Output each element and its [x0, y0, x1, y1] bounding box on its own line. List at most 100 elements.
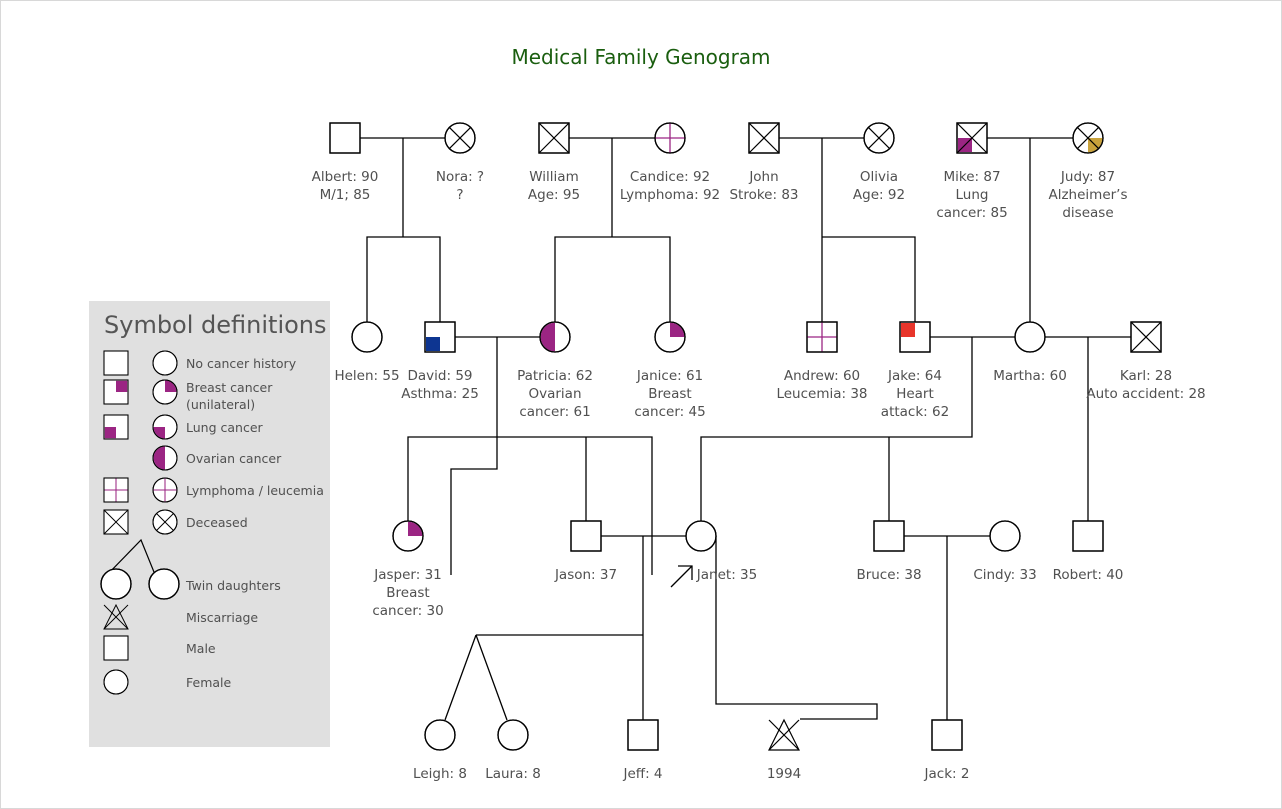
female-deceased-icon [152, 509, 178, 535]
female-symbol [1014, 321, 1046, 353]
person-label: Cindy: 33 [973, 567, 1036, 583]
person-jeff[interactable]: Jeff: 4 [622, 719, 663, 782]
legend-label: (unilateral) [186, 397, 255, 412]
person-laura[interactable]: Laura: 8 [485, 719, 541, 782]
relationship-line [366, 236, 441, 322]
person-label: Janice: 61 [636, 368, 703, 384]
person-miscarriage[interactable]: 1994 [767, 718, 801, 782]
person-william[interactable]: William Age: 95 [528, 122, 580, 203]
legend-label: Male [186, 641, 216, 656]
legend-panel: Symbol definitions No cancer history Brea… [89, 301, 330, 747]
person-janet[interactable]: Janet: 35 [685, 520, 757, 583]
person-label: Karl: 28 [1120, 368, 1172, 384]
person-cindy[interactable]: Cindy: 33 [973, 520, 1037, 583]
person-jasper[interactable]: Jasper: 31 Breast cancer: 30 [372, 520, 444, 619]
female-symbol [685, 520, 717, 552]
person-label: Leucemia: 38 [776, 386, 867, 402]
twin-symbol [100, 568, 132, 600]
person-label: Jack: 2 [924, 766, 970, 782]
legend-label: Breast cancer [186, 380, 273, 395]
legend-label: Twin daughters [185, 578, 281, 593]
person-martha[interactable]: Martha: 60 [993, 321, 1067, 384]
female-symbol [392, 520, 424, 552]
person-jason[interactable]: Jason: 37 [554, 520, 617, 583]
male-deceased-icon [103, 509, 129, 535]
female-symbol [539, 321, 571, 353]
person-nora[interactable]: Nora: ?? [436, 122, 484, 203]
person-robert[interactable]: Robert: 40 [1053, 520, 1124, 583]
person-bruce[interactable]: Bruce: 38 [856, 520, 922, 583]
person-label: cancer: 61 [519, 404, 590, 420]
female-symbol [989, 520, 1021, 552]
person-label: Ovarian [528, 386, 581, 402]
female-lung-icon [152, 414, 178, 440]
male-symbol [1072, 520, 1104, 552]
legend-title: Symbol definitions [104, 311, 327, 339]
person-label: Bruce: 38 [856, 567, 921, 583]
person-jack[interactable]: Jack: 2 [924, 719, 970, 782]
legend-label: Lymphoma / leucemia [186, 483, 324, 498]
person-candice[interactable]: Candice: 92 Lymphoma: 92 [620, 122, 720, 203]
person-label: Judy: 87 [1060, 169, 1115, 185]
female-ovarian-icon [152, 445, 178, 471]
male-breast-icon [103, 379, 129, 405]
person-john[interactable]: John Stroke: 83 [729, 122, 799, 203]
female-lymphoma-symbol [152, 477, 178, 503]
male-lymphoma-icon [103, 477, 129, 503]
person-label: Age: 92 [853, 187, 905, 203]
person-karl[interactable]: Karl: 28 Auto accident: 28 [1086, 321, 1206, 402]
male-lung-symbol [103, 414, 129, 440]
person-label: Laura: 8 [485, 766, 541, 782]
twin-symbol [148, 568, 180, 600]
male-symbol [103, 635, 129, 661]
relationship-line [450, 437, 498, 575]
female-symbol [103, 669, 129, 695]
person-andrew[interactable]: Andrew: 60 Leucemia: 38 [776, 321, 868, 402]
person-label: Mike: 87 [943, 169, 1000, 185]
person-label: Heart [896, 386, 934, 402]
legend-label: Ovarian cancer [186, 451, 282, 466]
relationship-line [407, 436, 653, 575]
male-symbol [538, 122, 570, 154]
male-symbol [956, 122, 988, 154]
male-symbol [748, 122, 780, 154]
female-deceased-symbol [152, 509, 178, 535]
male-symbol [627, 719, 659, 751]
male-symbol [570, 520, 602, 552]
male-lymphoma-symbol [103, 477, 129, 503]
female-symbol [351, 321, 383, 353]
relationship-lines [360, 137, 1131, 721]
person-label: Candice: 92 [630, 169, 710, 185]
person-label: cancer: 45 [634, 404, 705, 420]
person-label: Andrew: 60 [784, 368, 860, 384]
person-label: Breast [386, 585, 429, 601]
female-symbol [152, 350, 178, 376]
person-david[interactable]: David: 59 Asthma: 25 [401, 321, 479, 402]
person-albert[interactable]: Albert: 90 M/1; 85 [312, 122, 379, 203]
person-label: Nora: ? [436, 169, 484, 185]
person-label: William [529, 169, 578, 185]
male-symbol [899, 321, 931, 353]
person-leigh[interactable]: Leigh: 8 [413, 719, 467, 782]
person-label: David: 59 [408, 368, 473, 384]
person-label: Alzheimer’s [1048, 187, 1127, 203]
person-label: cancer: 85 [936, 205, 1007, 221]
person-label: Jason: 37 [554, 567, 617, 583]
person-label: Jasper: 31 [373, 567, 442, 583]
person-label: Robert: 40 [1053, 567, 1124, 583]
female-symbol [497, 719, 529, 751]
person-label: Leigh: 8 [413, 766, 467, 782]
person-label: Auto accident: 28 [1086, 386, 1205, 402]
person-helen[interactable]: Helen: 55 [334, 321, 400, 384]
person-janice[interactable]: Janice: 61 Breast cancer: 45 [634, 321, 706, 420]
people-layer: Albert: 90 M/1; 85 Nora: ?? William Age: 95 C… [312, 122, 1206, 782]
legend-label: Miscarriage [186, 610, 258, 625]
person-olivia[interactable]: Olivia Age: 92 [853, 122, 905, 203]
female-breast-symbol [152, 379, 178, 405]
person-label: Age: 95 [528, 187, 580, 203]
male-symbol [103, 350, 129, 376]
female-lymphoma-icon [152, 477, 178, 503]
male-symbol [806, 321, 838, 353]
legend-label: No cancer history [186, 356, 297, 371]
proband-arrow-icon [670, 565, 693, 588]
